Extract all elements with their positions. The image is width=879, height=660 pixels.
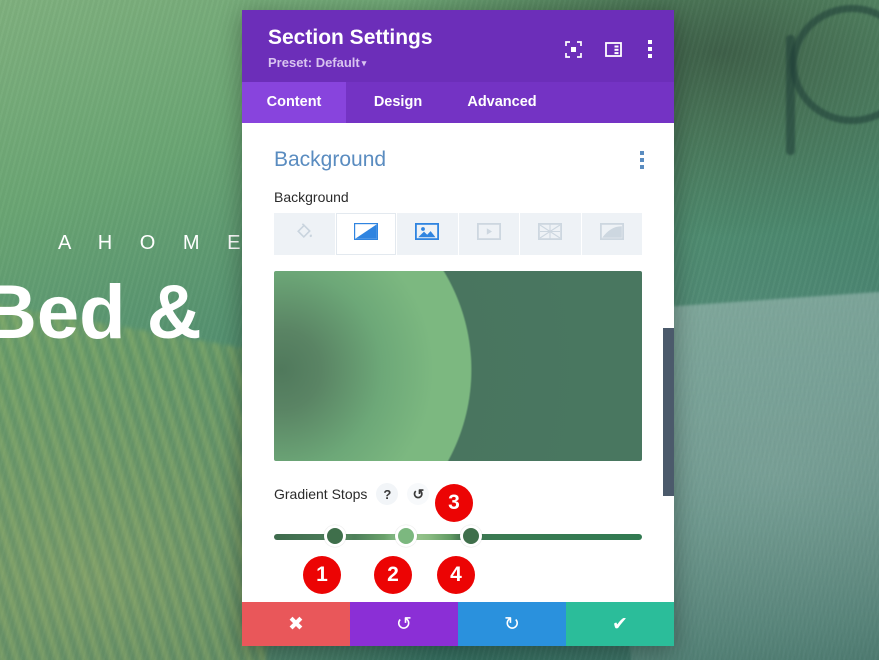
redo-button[interactable]: ↻: [458, 602, 566, 646]
modal-header: Section Settings Preset: Default ▾: [242, 10, 674, 83]
modal-header-icons: [564, 36, 656, 62]
background-section-header: Background: [242, 123, 674, 173]
modal-scrollbar[interactable]: [663, 328, 674, 497]
background-gradient-button[interactable]: [335, 213, 396, 256]
modal-body: Background Background Gradient Stops ? ↺: [242, 123, 674, 602]
gradient-preview[interactable]: [274, 271, 642, 462]
check-icon: ✔: [612, 613, 628, 635]
page-root: A H O M E A W Bed & Section Settings Pre…: [0, 0, 879, 660]
more-options-icon[interactable]: [644, 36, 656, 62]
undo-button[interactable]: ↺: [350, 602, 458, 646]
background-image-button[interactable]: [397, 213, 458, 256]
gradient-stop-handle-1[interactable]: [323, 525, 346, 548]
close-icon: ✖: [288, 613, 304, 635]
tab-advanced[interactable]: Advanced: [450, 82, 554, 123]
callout-badge-4: 4: [437, 556, 475, 594]
chevron-down-icon: ▾: [361, 58, 367, 69]
tab-design[interactable]: Design: [346, 82, 450, 123]
layout-panel-icon[interactable]: [604, 40, 622, 58]
fullscreen-icon[interactable]: [564, 40, 582, 58]
video-icon: [476, 223, 501, 245]
background-video-button[interactable]: [458, 213, 519, 256]
preset-label: Preset: Default: [268, 55, 360, 71]
background-color-button[interactable]: [274, 213, 335, 256]
background-type-selector: [274, 213, 642, 256]
redo-icon: ↻: [504, 613, 520, 635]
callout-badge-1: 1: [303, 556, 341, 594]
undo-icon: ↺: [396, 613, 412, 635]
save-button[interactable]: ✔: [566, 602, 674, 646]
gradient-icon: [353, 222, 378, 245]
section-settings-modal: Section Settings Preset: Default ▾ Conte…: [242, 10, 674, 646]
background-field-label: Background: [274, 189, 349, 206]
modal-tabs: Content Design Advanced: [242, 82, 674, 124]
background-pattern-button[interactable]: [520, 213, 581, 256]
gradient-stops-slider[interactable]: [274, 525, 642, 549]
paint-bucket-icon: [295, 222, 314, 246]
section-title: Background: [274, 148, 387, 172]
help-icon[interactable]: ?: [376, 483, 399, 506]
gradient-stop-handle-2[interactable]: [395, 525, 418, 548]
pattern-icon: [538, 223, 563, 245]
tab-content[interactable]: Content: [242, 82, 346, 124]
cancel-button[interactable]: ✖: [242, 602, 350, 646]
gradient-stops-label: Gradient Stops: [274, 486, 368, 503]
callout-badge-3: 3: [435, 484, 473, 522]
image-icon: [415, 223, 440, 245]
gradient-stop-handle-3[interactable]: [459, 525, 482, 548]
section-more-options-icon[interactable]: [636, 147, 648, 173]
mask-icon: [599, 223, 624, 245]
reset-icon[interactable]: ↺: [407, 483, 430, 506]
background-mask-button[interactable]: [581, 213, 642, 256]
callout-badge-2: 2: [374, 556, 412, 594]
modal-footer: ✖ ↺ ↻ ✔: [242, 602, 674, 646]
